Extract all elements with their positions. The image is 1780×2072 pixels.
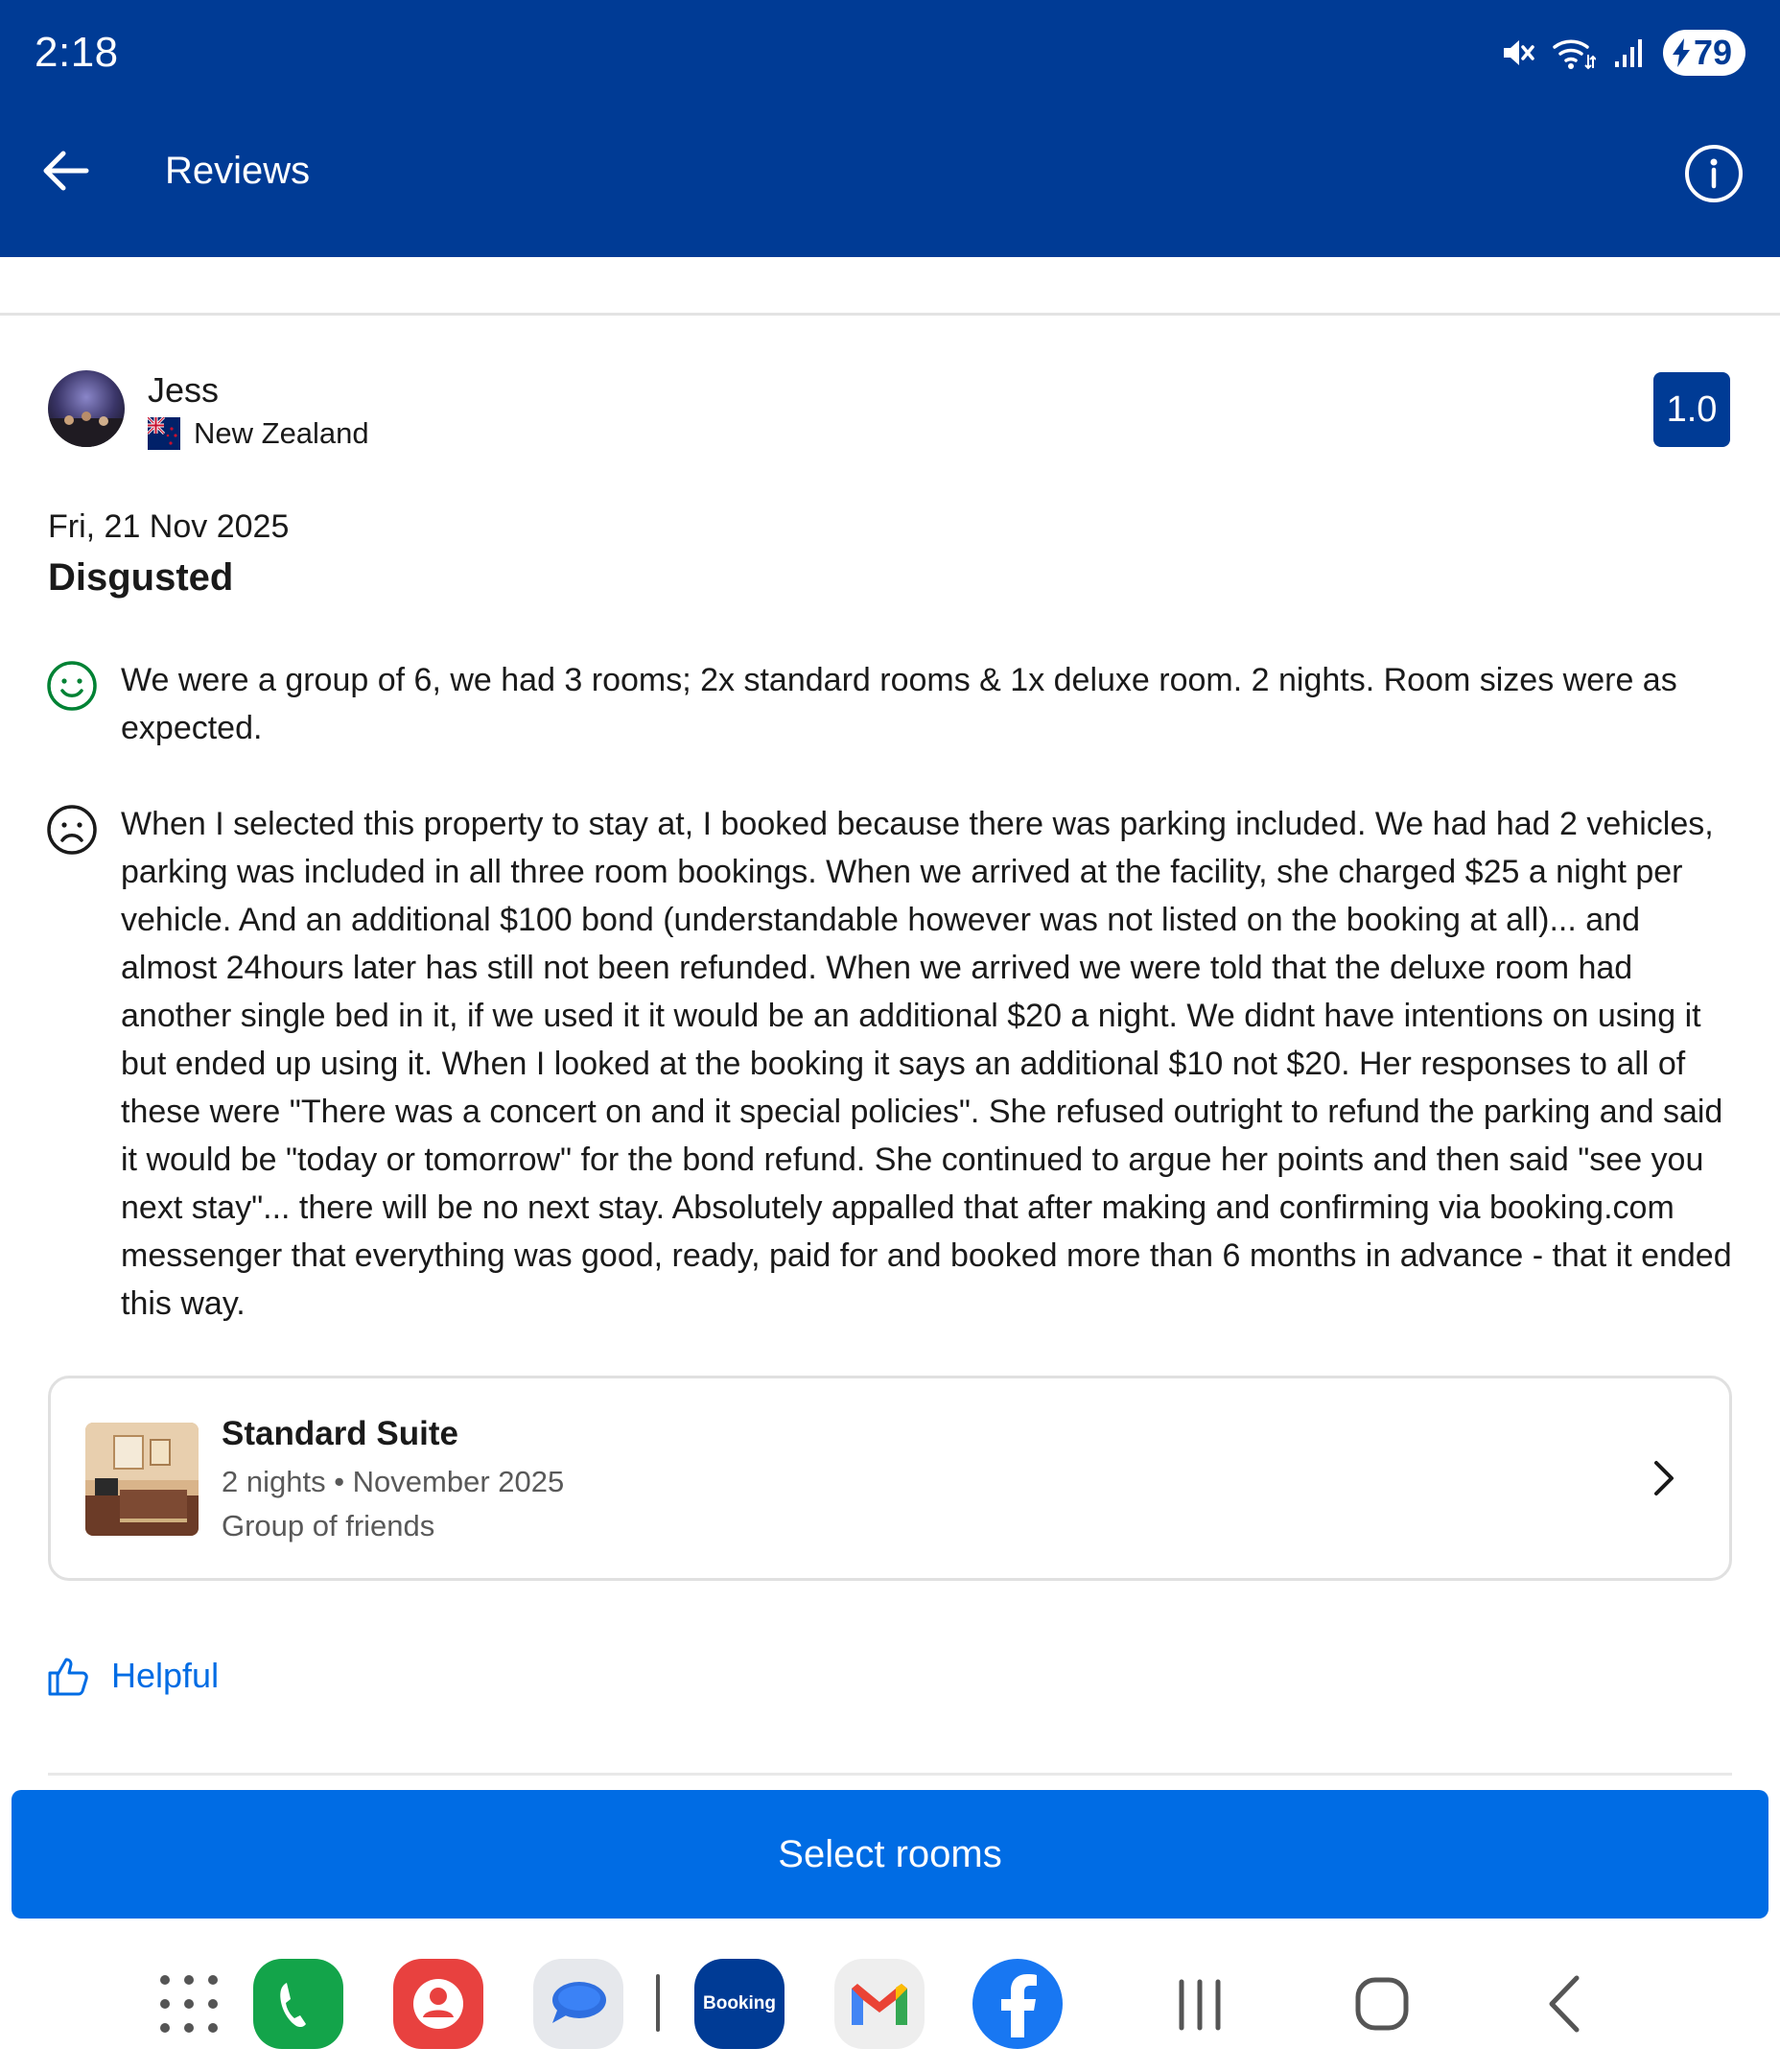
review-negative-text: When I selected this property to stay at… [121, 806, 1732, 1322]
recent-apps-button[interactable] [1155, 1959, 1245, 2049]
contacts-icon[interactable] [393, 1959, 483, 2049]
room-info-card[interactable]: Standard Suite 2 nights • November 2025 … [48, 1376, 1732, 1581]
booking-icon[interactable]: Booking [694, 1959, 785, 2049]
review-score-badge: 1.0 [1653, 372, 1730, 447]
review-positive-text: We were a group of 6, we had 3 rooms; 2x… [121, 662, 1677, 746]
app-header: 2:18 79 Reviews [0, 0, 1780, 257]
country-name: New Zealand [194, 416, 369, 450]
messages-icon[interactable] [533, 1959, 623, 2049]
nz-flag-icon [148, 417, 180, 450]
select-rooms-button[interactable]: Select rooms [12, 1790, 1768, 1919]
facebook-icon[interactable] [972, 1959, 1063, 2049]
status-time: 2:18 [35, 29, 119, 76]
divider [0, 313, 1780, 316]
avatar [48, 370, 125, 447]
back-button[interactable] [1523, 1959, 1613, 2049]
chevron-right-icon [1654, 1461, 1674, 1495]
charging-icon [1672, 38, 1690, 67]
thumbs-up-icon [48, 1658, 88, 1696]
traveler-type: Group of friends [222, 1509, 435, 1542]
system-dock: Booking [0, 1938, 1780, 2072]
battery-indicator: 79 [1662, 30, 1745, 76]
wifi-icon [1553, 39, 1596, 70]
phone-icon[interactable] [253, 1959, 343, 2049]
page-title: Reviews [165, 150, 311, 192]
signal-icon [1614, 39, 1642, 67]
status-icons: 79 [1500, 29, 1745, 77]
divider [48, 1773, 1732, 1776]
room-name: Standard Suite [222, 1415, 458, 1452]
back-arrow-icon[interactable] [38, 144, 92, 198]
mute-icon [1503, 40, 1534, 65]
booking-app-label: Booking [703, 1993, 776, 2013]
info-icon[interactable] [1684, 144, 1744, 203]
reviewer-name: Jess [148, 370, 220, 410]
app-drawer-icon[interactable] [144, 1959, 234, 2049]
gmail-icon[interactable] [834, 1959, 925, 2049]
review-date: Fri, 21 Nov 2025 [48, 508, 290, 545]
reviewer-country: New Zealand [148, 416, 369, 451]
home-button[interactable] [1337, 1959, 1427, 2049]
dock-separator [656, 1974, 660, 2032]
smiley-face-icon [47, 661, 97, 711]
room-thumbnail [85, 1423, 199, 1536]
room-stay-info: 2 nights • November 2025 [222, 1465, 565, 1498]
review-title: Disgusted [48, 556, 234, 599]
battery-level: 79 [1693, 33, 1732, 72]
helpful-button[interactable]: Helpful [46, 1654, 219, 1698]
helpful-label: Helpful [111, 1656, 220, 1695]
sad-face-icon [47, 805, 97, 855]
